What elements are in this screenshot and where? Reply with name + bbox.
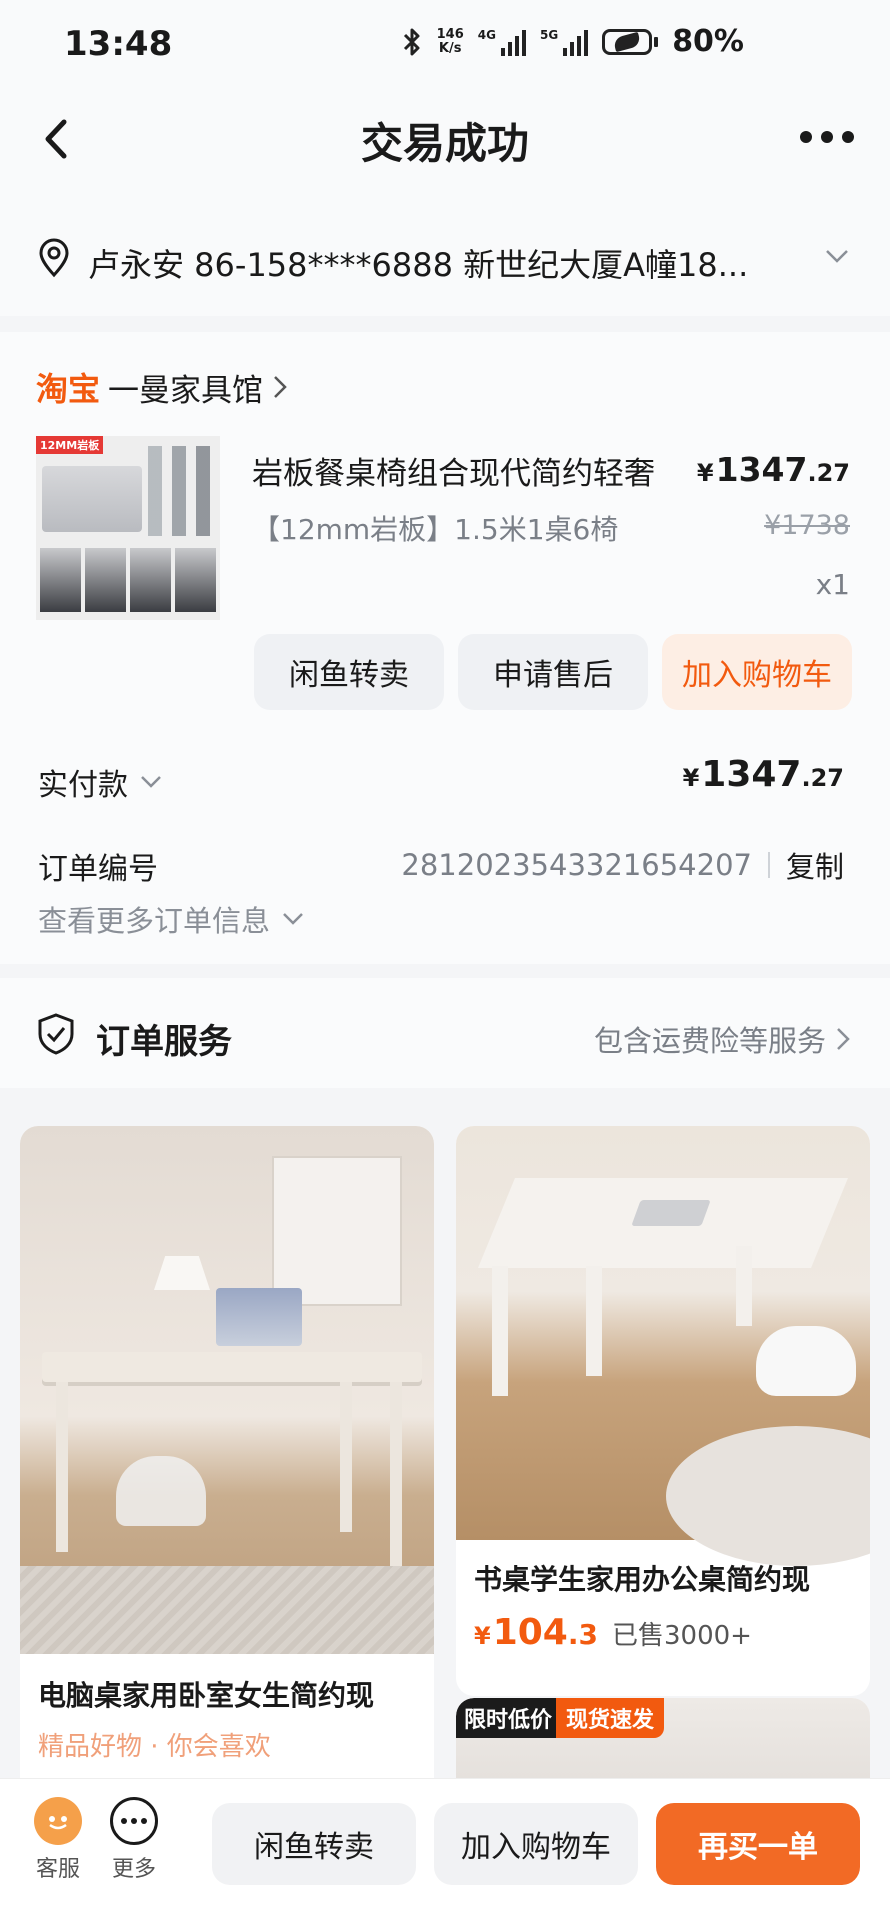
chevron-right-icon (837, 1028, 850, 1050)
address-text: 卢永安 86-158****6888 新世纪大厦A幢18... (88, 246, 749, 284)
battery-icon (602, 28, 659, 55)
top-nav: 交易成功 (0, 92, 890, 188)
paid-amount: ¥1347.27 (682, 754, 844, 795)
shop-name: 一曼家具馆 (108, 372, 264, 409)
buy-again-button[interactable]: 再买一单 (656, 1803, 860, 1885)
lamp-shape (154, 1256, 210, 1290)
desk-top-shape (42, 1352, 422, 1382)
chair-shape (756, 1326, 856, 1396)
service-title: 订单服务 (96, 1022, 232, 1062)
rug-shape (666, 1426, 870, 1566)
desk-leg (340, 1382, 352, 1532)
battery-level: 80% (672, 24, 744, 59)
status-time: 13:48 (64, 24, 173, 64)
thumbnail-detail-strip (40, 548, 216, 612)
product-card[interactable]: 限时低价 现货速发 (456, 1698, 870, 1778)
signal-5g-icon: 5G (540, 28, 589, 56)
paid-amount-label[interactable]: 实付款 (38, 760, 162, 804)
product-title: 书桌学生家用办公桌简约现 (474, 1563, 811, 1596)
status-icons: 146 K/s 4G 5G 80% (401, 24, 744, 59)
product-subtitle: 精品好物 · 你会喜欢 (38, 1732, 271, 1762)
bottom-action-bar: 客服 更多 闲鱼转卖 加入购物车 再买一单 (0, 1778, 890, 1920)
shipping-address[interactable]: 卢永安 86-158****6888 新世纪大厦A幢18... (0, 188, 890, 316)
desk-leg (390, 1382, 402, 1582)
laptop-shape (631, 1200, 711, 1226)
customer-service-icon (34, 1797, 82, 1845)
status-bar: 13:48 146 K/s 4G 5G 80% (0, 0, 890, 92)
copy-button[interactable]: 复制 (786, 844, 844, 886)
promo-badge: 现货速发 (556, 1698, 665, 1738)
product-price: ¥ 104 .3 已售3000+ (474, 1612, 752, 1653)
chair-shape (116, 1456, 206, 1526)
page-title: 交易成功 (360, 119, 529, 168)
desk-leg (586, 1266, 602, 1376)
thumbnail-table-shape (42, 466, 142, 532)
product-image (456, 1126, 870, 1566)
laptop-shape (216, 1288, 302, 1346)
taobao-logo: 淘宝 (36, 370, 101, 408)
wall-board-shape (272, 1156, 402, 1306)
resell-xianyu-button[interactable]: 闲鱼转卖 (212, 1803, 416, 1885)
more-icon (110, 1797, 158, 1845)
chevron-right-icon (274, 376, 287, 398)
more-options-icon[interactable] (800, 122, 860, 152)
order-card: 淘宝 一曼家具馆 12MM岩板 岩板餐桌椅组合现代简约轻奢 【12mm岩板】1.… (0, 332, 890, 964)
product-thumbnail[interactable]: 12MM岩板 (36, 436, 220, 620)
resell-xianyu-button[interactable]: 闲鱼转卖 (254, 634, 444, 710)
thumbnail-chairs-shape (148, 446, 212, 536)
product-quantity: x1 (815, 568, 850, 601)
add-to-cart-button[interactable]: 加入购物车 (662, 634, 852, 710)
product-spec: 【12mm岩板】1.5米1桌6椅 (252, 513, 619, 546)
after-sales-button[interactable]: 申请售后 (458, 634, 648, 710)
chevron-down-icon (283, 913, 303, 925)
original-price: ¥1738 (764, 510, 850, 541)
desk-leg (56, 1382, 68, 1552)
order-number-row: 2812023543321654207 复制 (401, 844, 844, 886)
add-to-cart-button[interactable]: 加入购物车 (434, 1803, 638, 1885)
chevron-down-icon (826, 250, 848, 263)
customer-service-button[interactable]: 客服 (30, 1797, 86, 1883)
chevron-down-icon (141, 776, 161, 788)
bluetooth-icon (403, 28, 420, 55)
sold-count: 已售3000+ (611, 1621, 752, 1651)
product-price: ¥1347.27 (696, 450, 850, 489)
signal-4g-icon: 4G (478, 28, 526, 56)
product-image (20, 1126, 434, 1654)
product-name[interactable]: 岩板餐桌椅组合现代简约轻奢 (252, 448, 692, 493)
service-link[interactable]: 包含运费险等服务 (594, 1018, 850, 1060)
location-pin-icon (39, 238, 69, 278)
thumbnail-label: 12MM岩板 (36, 436, 104, 454)
product-card[interactable]: 电脑桌家用卧室女生简约现 精品好物 · 你会喜欢 (20, 1126, 434, 1778)
divider (767, 852, 770, 878)
shop-header[interactable]: 淘宝 一曼家具馆 (36, 364, 287, 410)
more-order-info-link[interactable]: 查看更多订单信息 (38, 898, 304, 940)
desk-leg (492, 1266, 508, 1396)
order-number-label: 订单编号 (38, 852, 158, 887)
rug-shape (20, 1566, 434, 1654)
more-button[interactable]: 更多 (106, 1797, 162, 1883)
order-service-row[interactable]: 订单服务 包含运费险等服务 (0, 978, 890, 1088)
order-number: 2812023543321654207 (401, 848, 752, 882)
shield-check-icon (38, 1013, 74, 1055)
net-speed: 146 K/s (436, 26, 464, 56)
recommendation-feed: 电脑桌家用卧室女生简约现 精品好物 · 你会喜欢 书桌学生家用办公桌简约现 ¥ … (0, 1088, 890, 1778)
product-card[interactable]: 书桌学生家用办公桌简约现 ¥ 104 .3 已售3000+ (456, 1126, 870, 1696)
desk-leg (736, 1246, 752, 1326)
product-title: 电脑桌家用卧室女生简约现 (38, 1679, 375, 1712)
promo-badge: 限时低价 (456, 1698, 561, 1738)
